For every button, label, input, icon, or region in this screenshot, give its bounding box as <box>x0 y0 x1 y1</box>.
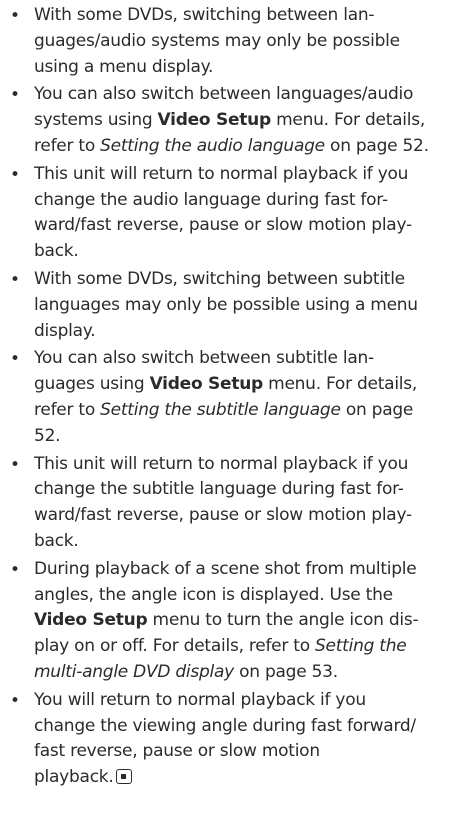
bullet-icon: • <box>10 6 21 26</box>
text-run: systems using <box>34 110 158 131</box>
stop-square-icon <box>115 769 132 785</box>
list-item: • With some DVDs, switching between subt… <box>8 267 454 344</box>
text-run: menu to turn the angle icon dis- <box>147 610 419 631</box>
text-line: You can also switch between languages/au… <box>34 84 414 105</box>
cross-reference: Setting the audio language <box>100 135 325 156</box>
text-line: change the viewing angle during fast for… <box>34 715 416 736</box>
text-line: angles, the angle icon is displayed. Use… <box>34 584 393 605</box>
text-line: multi-angle DVD display on page 53. <box>34 660 454 686</box>
bullet-icon: • <box>10 164 21 185</box>
list-item: • During playback of a scene shot from m… <box>8 557 454 686</box>
text-line: refer to Setting the subtitle language o… <box>34 398 454 424</box>
text-line: 52. <box>34 425 61 446</box>
list-item: • This unit will return to normal playba… <box>8 452 454 555</box>
cross-reference: Setting the subtitle language <box>100 399 341 420</box>
text-line: change the audio language during fast fo… <box>34 189 388 210</box>
text-run: on page 52. <box>324 135 429 156</box>
text-line: refer to Setting the audio language on p… <box>34 134 454 160</box>
text-line: systems using Video Setup menu. For deta… <box>34 108 454 134</box>
text-run: refer to <box>34 135 101 156</box>
text-line: ward/fast reverse, pause or slow motion … <box>34 215 412 236</box>
text-line: You can also switch between subtitle lan… <box>34 348 374 369</box>
text-run: menu. For details, <box>270 110 425 131</box>
text-line: With some DVDs, switching between lan- <box>34 5 375 25</box>
menu-name: Video Setup <box>34 610 148 631</box>
text-line: With some DVDs, switching between subtit… <box>34 268 405 289</box>
text-line: languages may only be possible using a m… <box>34 294 418 315</box>
bullet-list: • With some DVDs, switching between lan-… <box>8 3 454 793</box>
text-run: guages using <box>34 374 150 395</box>
text-line: display. <box>34 320 96 341</box>
text-run: refer to <box>34 399 101 420</box>
bullet-icon: • <box>10 454 21 475</box>
text-line: This unit will return to normal playback… <box>34 453 409 474</box>
text-line: ward/fast reverse, pause or slow motion … <box>34 505 412 526</box>
text-line: guages using Video Setup menu. For detai… <box>34 372 454 398</box>
text-line: You will return to normal playback if yo… <box>34 689 366 710</box>
text-line: This unit will return to normal playback… <box>34 163 409 184</box>
text-line: back. <box>34 241 79 262</box>
text-line: play on or off. For details, refer to Se… <box>34 634 454 660</box>
text-line: fast reverse, pause or slow motion <box>34 741 320 762</box>
text-run: play on or off. For details, refer to <box>34 636 316 657</box>
text-line: using a menu display. <box>34 56 214 77</box>
menu-name: Video Setup <box>157 110 272 131</box>
text-line: back. <box>34 530 79 551</box>
list-item: • With some DVDs, switching between lan-… <box>8 3 454 80</box>
list-item: • You will return to normal playback if … <box>8 688 454 791</box>
text-run: menu. For details, <box>262 374 418 395</box>
list-item: • You can also switch between languages/… <box>8 82 454 159</box>
text-line: During playback of a scene shot from mul… <box>34 558 417 579</box>
text-run: on page <box>340 399 414 420</box>
text-run: on page 53. <box>233 661 338 682</box>
text-line: Video Setup menu to turn the angle icon … <box>34 608 454 634</box>
list-item: • You can also switch between subtitle l… <box>8 346 454 449</box>
text-line: playback. <box>34 765 454 791</box>
bullet-icon: • <box>10 559 21 580</box>
text-line: guages/audio systems may only be possibl… <box>34 30 400 51</box>
text-line: change the subtitle language during fast… <box>34 479 404 500</box>
text-run: playback. <box>34 767 114 788</box>
bullet-icon: • <box>10 269 21 290</box>
bullet-icon: • <box>10 349 21 370</box>
cross-reference: Setting the <box>315 636 407 657</box>
menu-name: Video Setup <box>149 374 264 395</box>
cross-reference: multi-angle DVD display <box>34 661 234 682</box>
bullet-icon: • <box>10 690 21 711</box>
list-item: • This unit will return to normal playba… <box>8 162 454 265</box>
bullet-icon: • <box>10 85 21 106</box>
